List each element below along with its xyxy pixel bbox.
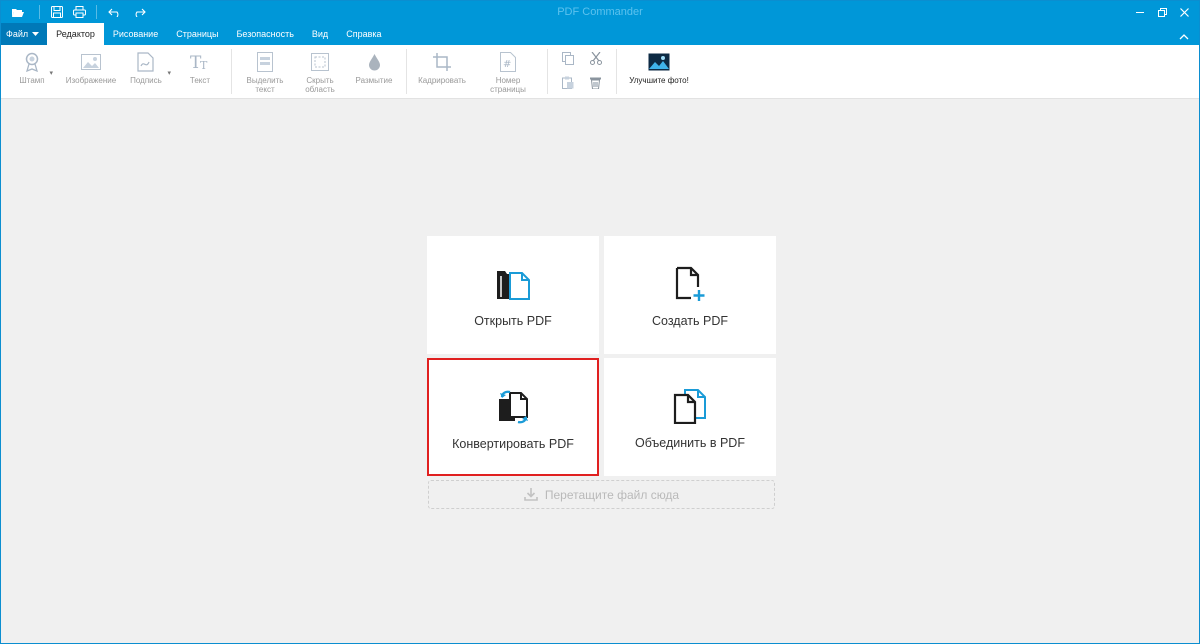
dropdown-arrow-icon[interactable]: ▾ — [49, 69, 53, 78]
svg-text:#: # — [503, 59, 511, 70]
highlight-text-icon — [257, 52, 273, 72]
save-icon[interactable] — [46, 1, 68, 23]
signature-label: Подпись — [130, 76, 162, 85]
tab-security[interactable]: Безопасность — [227, 23, 302, 45]
download-icon — [524, 488, 538, 501]
chevron-up-icon[interactable] — [1179, 27, 1189, 45]
print-icon[interactable] — [68, 1, 90, 23]
open-folder-icon — [494, 264, 532, 304]
open-pdf-label: Открыть PDF — [474, 314, 552, 328]
text-icon: TT — [190, 52, 210, 72]
tab-help[interactable]: Справка — [337, 23, 390, 45]
signature-icon — [137, 52, 155, 72]
window-controls — [1129, 1, 1195, 23]
dropdown-arrow-icon[interactable]: ▾ — [167, 69, 171, 78]
chevron-down-icon — [32, 32, 40, 36]
stamp-label: Штамп — [19, 76, 45, 85]
page-number-label-2: страницы — [490, 85, 526, 94]
convert-document-icon — [494, 387, 532, 427]
restore-icon[interactable] — [1151, 1, 1173, 23]
hide-area-label-2: область — [305, 85, 335, 94]
image-button[interactable]: Изображение — [61, 45, 121, 98]
convert-pdf-label: Конвертировать PDF — [452, 437, 574, 451]
start-tiles: Открыть PDF Создать PDF Конвертировать P… — [427, 236, 776, 476]
blur-button[interactable]: Размытие — [350, 45, 398, 98]
blur-label: Размытие — [355, 76, 393, 85]
edit-group — [590, 45, 602, 98]
create-pdf-label: Создать PDF — [652, 314, 728, 328]
merge-pdf-tile[interactable]: Объединить в PDF — [604, 358, 776, 476]
hide-area-button[interactable]: Скрыть область — [294, 45, 346, 98]
highlight-text-label-2: текст — [255, 85, 275, 94]
undo-icon[interactable] — [103, 1, 127, 23]
image-label: Изображение — [65, 76, 117, 85]
tab-file[interactable]: Файл — [1, 23, 48, 45]
ribbon-tabs: Файл Редактор Рисование Страницы Безопас… — [1, 23, 1199, 45]
highlight-text-label-1: Выделить — [246, 76, 284, 85]
cut-icon[interactable] — [590, 51, 602, 70]
tab-view[interactable]: Вид — [303, 23, 337, 45]
image-icon — [81, 52, 101, 72]
toolbar-divider — [96, 5, 97, 19]
tab-pages[interactable]: Страницы — [167, 23, 227, 45]
open-pdf-tile[interactable]: Открыть PDF — [427, 236, 599, 354]
tab-drawing[interactable]: Рисование — [104, 23, 167, 45]
text-button[interactable]: TT Текст — [179, 45, 221, 98]
new-document-icon — [673, 264, 707, 304]
merge-pdf-label: Объединить в PDF — [635, 436, 745, 450]
paste-icon[interactable] — [562, 76, 574, 94]
tab-editor[interactable]: Редактор — [47, 23, 104, 45]
close-icon[interactable] — [1173, 1, 1195, 23]
hide-area-icon — [311, 52, 329, 72]
clipboard-group — [562, 45, 574, 98]
page-number-label-1: Номер — [495, 76, 521, 85]
redo-icon[interactable] — [127, 1, 151, 23]
create-pdf-tile[interactable]: Создать PDF — [604, 236, 776, 354]
stamp-icon — [24, 52, 40, 72]
toolbar-divider — [39, 5, 40, 19]
copy-icon[interactable] — [562, 51, 574, 70]
enhance-photo-button[interactable]: Улучшите фото! — [627, 45, 691, 98]
hide-area-label-1: Скрыть — [306, 76, 334, 85]
page-number-button[interactable]: # Номер страницы — [479, 45, 537, 98]
page-number-icon: # — [500, 52, 516, 72]
drop-icon — [368, 52, 381, 72]
stamp-button[interactable]: Штамп ▾ — [9, 45, 55, 98]
crop-label: Кадрировать — [418, 76, 466, 85]
drop-zone-label: Перетащите файл сюда — [544, 487, 680, 502]
minimize-icon[interactable] — [1129, 1, 1151, 23]
tab-file-label: Файл — [6, 29, 29, 39]
crop-icon — [433, 52, 451, 72]
highlight-text-button[interactable]: Выделить текст — [240, 45, 290, 98]
title-bar: PDF Commander — [1, 1, 1199, 23]
svg-text:T: T — [200, 59, 208, 71]
ribbon-toolbar: Штамп ▾ Изображение Подпись ▾ TT Текст В… — [1, 45, 1199, 99]
landscape-photo-icon — [648, 52, 670, 72]
crop-button[interactable]: Кадрировать — [413, 45, 471, 98]
signature-button[interactable]: Подпись ▾ — [121, 45, 171, 98]
file-drop-zone[interactable]: Перетащите файл сюда — [428, 480, 775, 509]
convert-pdf-tile[interactable]: Конвертировать PDF — [427, 358, 599, 476]
delete-icon[interactable] — [590, 76, 602, 94]
text-label: Текст — [189, 76, 211, 85]
window-title: PDF Commander — [557, 6, 643, 18]
folder-open-icon[interactable] — [1, 1, 33, 23]
enhance-photo-label: Улучшите фото! — [629, 76, 689, 85]
merge-documents-icon — [671, 386, 709, 426]
